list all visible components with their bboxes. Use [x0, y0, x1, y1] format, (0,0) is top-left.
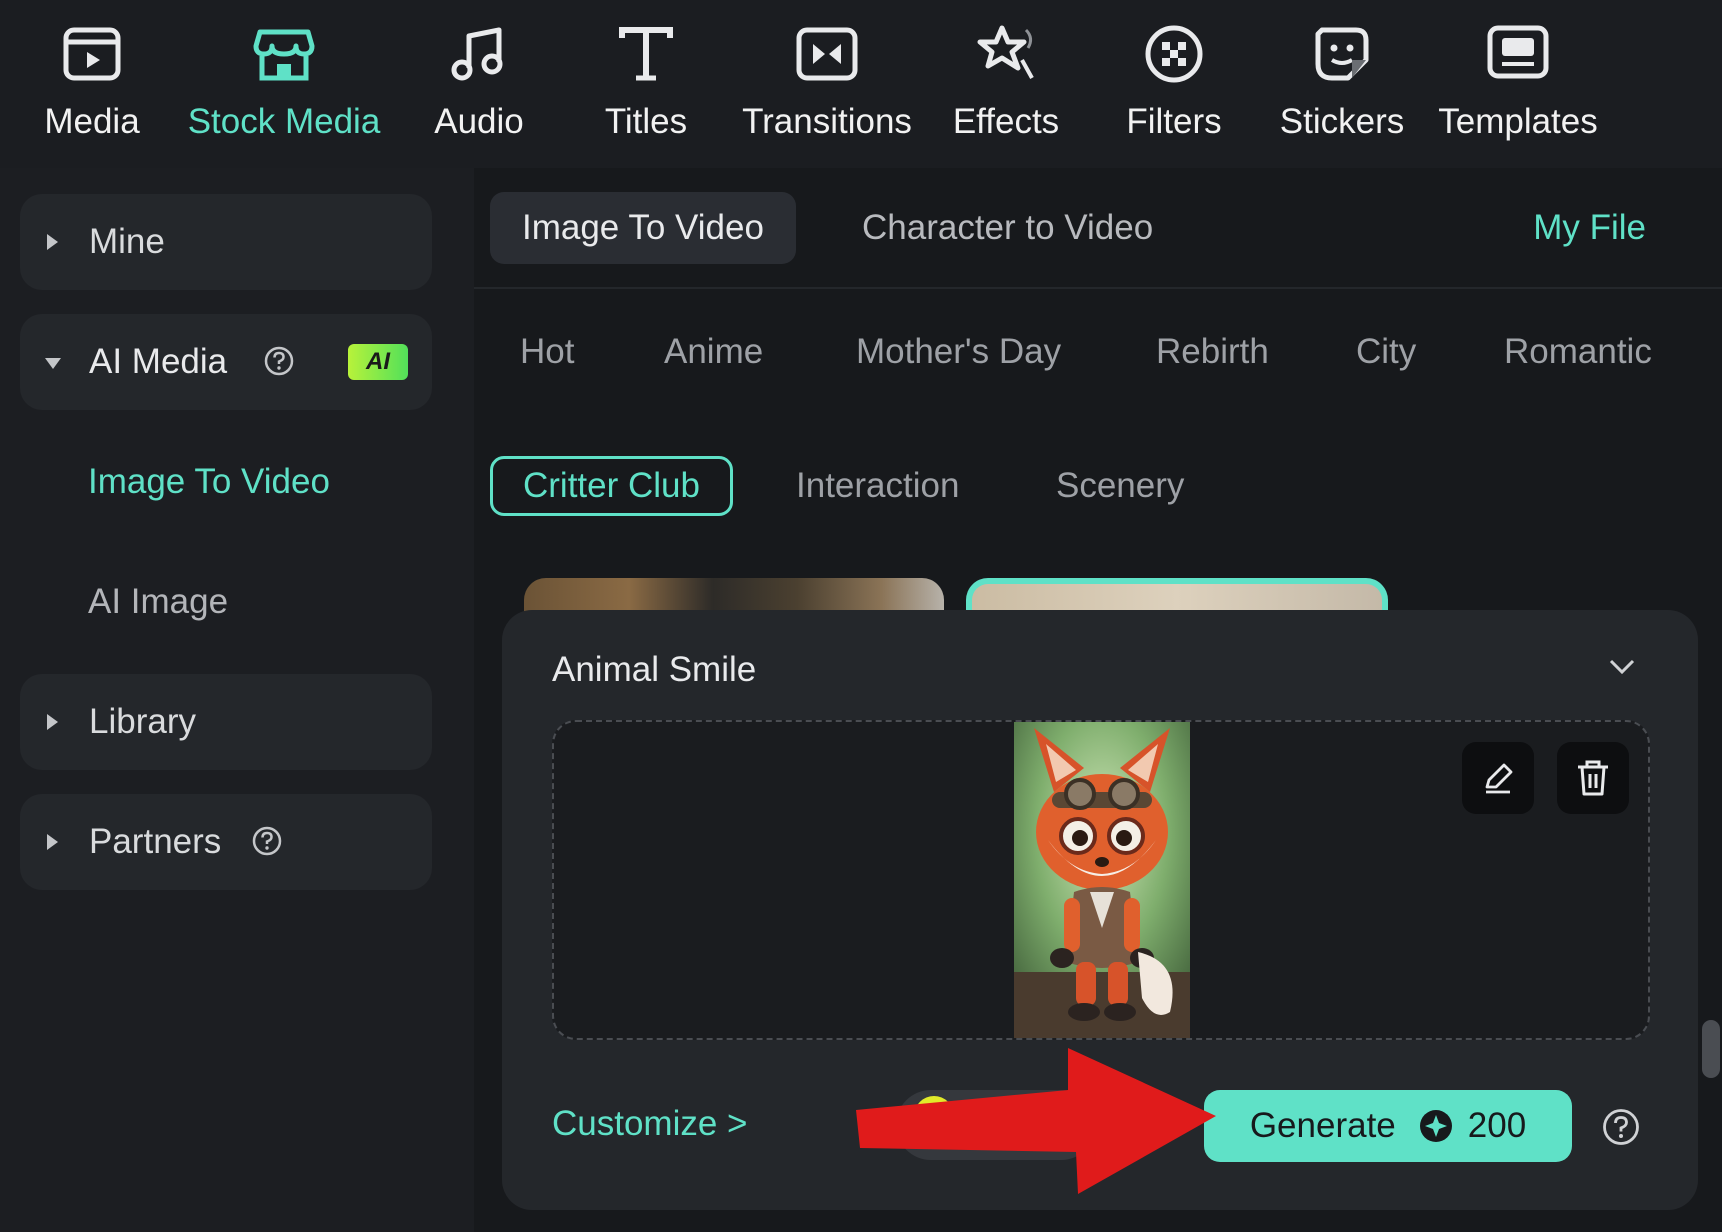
category-romantic[interactable]: Romantic	[1504, 332, 1652, 372]
tool-templates[interactable]: Templates	[1436, 0, 1600, 168]
sidebar-item-label: Library	[89, 702, 196, 741]
tool-label: Templates	[1438, 102, 1598, 141]
subcategory-interaction[interactable]: Interaction	[796, 456, 959, 516]
category-hot[interactable]: Hot	[520, 332, 574, 372]
stickers-icon	[1315, 27, 1369, 81]
app-window: Media Stock Media Audio Titles Transitio…	[0, 0, 1722, 1232]
tool-label: Stickers	[1279, 102, 1405, 141]
caret-right-icon	[47, 234, 58, 250]
subcategory-critter-club[interactable]: Critter Club	[490, 456, 733, 516]
help-icon[interactable]	[252, 826, 282, 856]
transitions-icon	[796, 27, 858, 81]
effects-star-icon	[977, 25, 1034, 79]
credits-count: 200	[1467, 1106, 1527, 1145]
tool-transitions[interactable]: Transitions	[738, 0, 916, 168]
sidebar-item-image-to-video[interactable]: Image To Video	[88, 462, 330, 502]
caret-right-icon	[47, 714, 58, 730]
filters-icon	[1145, 25, 1203, 83]
pencil-icon	[1485, 763, 1513, 794]
edit-image-button[interactable]	[1462, 742, 1534, 814]
media-icon	[63, 27, 121, 81]
delete-image-button[interactable]	[1557, 742, 1629, 814]
ai-badge: AI	[348, 344, 408, 380]
customize-link[interactable]: Customize >	[552, 1104, 748, 1144]
panel-title: Animal Smile	[552, 650, 757, 689]
sidebar-item-ai-image[interactable]: AI Image	[88, 582, 228, 622]
red-arrow-annotation	[856, 1048, 1216, 1194]
scrollbar-thumb[interactable]	[1702, 1020, 1720, 1078]
credit-icon	[1419, 1110, 1452, 1142]
chevron-down-icon[interactable]	[1608, 658, 1636, 676]
templates-icon	[1487, 25, 1549, 79]
tool-label: Effects	[952, 102, 1060, 141]
image-upload-area[interactable]	[552, 720, 1650, 1040]
tool-audio[interactable]: Audio	[424, 0, 534, 168]
tool-media[interactable]: Media	[42, 0, 142, 168]
sidebar-item-ai-media[interactable]: AI Media AI	[20, 314, 432, 410]
generate-button[interactable]: Generate 200	[1204, 1090, 1572, 1162]
tool-label: Titles	[604, 102, 688, 141]
caret-right-icon	[47, 834, 58, 850]
caret-down-icon	[45, 358, 61, 369]
tab-image-to-video[interactable]: Image To Video	[490, 192, 796, 264]
divider	[474, 287, 1722, 289]
category-rebirth[interactable]: Rebirth	[1156, 332, 1269, 372]
music-note-icon	[451, 27, 503, 81]
category-city[interactable]: City	[1356, 332, 1416, 372]
titles-t-icon	[619, 27, 673, 81]
sidebar-item-partners[interactable]: Partners	[20, 794, 432, 890]
tool-label: Filters	[1126, 102, 1222, 141]
tab-character-to-video[interactable]: Character to Video	[830, 192, 1185, 264]
sidebar-item-label: Mine	[89, 222, 165, 261]
tool-effects[interactable]: Effects	[950, 0, 1062, 168]
sidebar: Mine AI Media AI Image To Video AI Image…	[0, 168, 474, 1232]
tool-label: Stock Media	[187, 102, 381, 141]
tool-label: Media	[44, 102, 140, 141]
tool-label: Transitions	[742, 102, 912, 141]
sidebar-item-library[interactable]: Library	[20, 674, 432, 770]
tool-filters[interactable]: Filters	[1124, 0, 1224, 168]
help-icon[interactable]	[264, 346, 294, 376]
sidebar-item-label: Partners	[89, 822, 222, 861]
sidebar-item-mine[interactable]: Mine	[20, 194, 432, 290]
generate-label: Generate	[1249, 1106, 1396, 1145]
tool-stickers[interactable]: Stickers	[1278, 0, 1406, 168]
help-icon[interactable]	[1602, 1108, 1640, 1146]
category-mothers-day[interactable]: Mother's Day	[856, 332, 1061, 372]
tool-titles[interactable]: Titles	[596, 0, 696, 168]
my-file-link[interactable]: My File	[1533, 192, 1646, 264]
top-toolbar: Media Stock Media Audio Titles Transitio…	[0, 0, 1722, 168]
sidebar-item-label: AI Media	[89, 342, 228, 381]
trash-icon	[1578, 760, 1608, 796]
stock-media-icon	[253, 29, 315, 81]
subcategory-scenery[interactable]: Scenery	[1056, 456, 1184, 516]
tool-label: Audio	[434, 102, 524, 141]
category-anime[interactable]: Anime	[664, 332, 763, 372]
fox-character-image	[1014, 722, 1190, 1038]
tool-stock-media[interactable]: Stock Media	[184, 0, 384, 168]
